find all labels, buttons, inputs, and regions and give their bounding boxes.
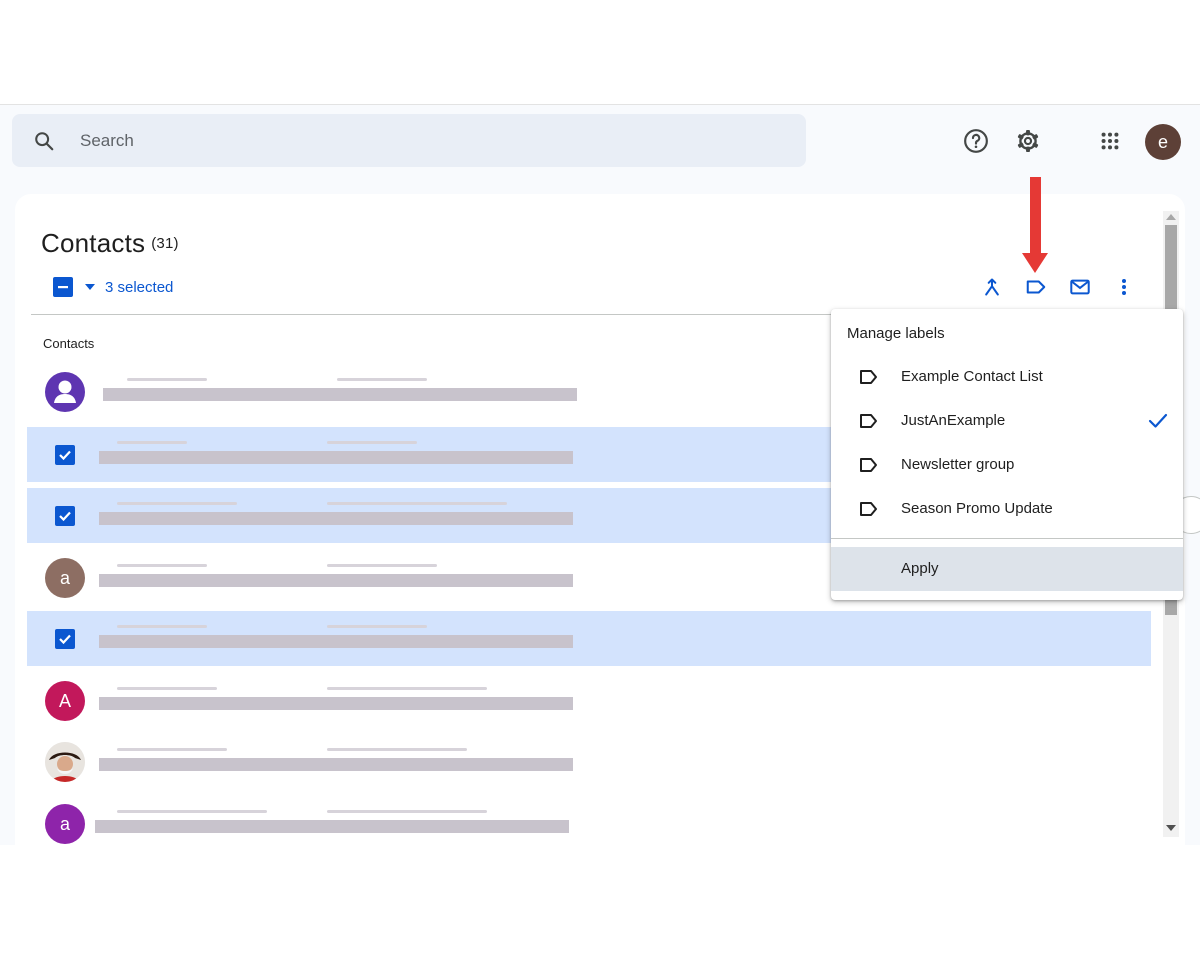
redacted-contact-info — [99, 451, 573, 464]
contact-row[interactable] — [27, 611, 1151, 666]
apps-grid-icon[interactable] — [1094, 125, 1126, 157]
contact-row[interactable] — [27, 734, 1151, 789]
redacted-contact-info — [99, 758, 573, 771]
scroll-up-arrow[interactable] — [1166, 214, 1176, 220]
label-outline-icon — [860, 458, 877, 472]
top-bar: e — [0, 105, 1200, 177]
selected-count: 3 selected — [105, 278, 174, 296]
annotation-arrow-shaft — [1030, 177, 1041, 255]
selection-bar: 3 selected — [53, 277, 173, 297]
search-bar[interactable] — [12, 114, 806, 167]
contact-avatar: a — [45, 558, 85, 598]
row-checkbox[interactable] — [55, 629, 75, 649]
redacted-contact-info — [103, 388, 577, 401]
contact-avatar: a — [45, 804, 85, 844]
apply-button[interactable]: Apply — [831, 547, 1183, 591]
label-name: Example Contact List — [901, 368, 1043, 385]
select-dropdown-icon[interactable] — [83, 280, 97, 294]
person-icon — [45, 372, 85, 412]
label-item-season-promo-update[interactable]: Season Promo Update — [831, 487, 1183, 531]
email-icon[interactable] — [1066, 273, 1094, 301]
redacted-contact-info — [95, 820, 569, 833]
label-item-justanexample[interactable]: JustAnExample — [831, 399, 1183, 443]
contact-photo — [45, 742, 85, 782]
label-name: Season Promo Update — [901, 500, 1053, 517]
contact-count: (31) — [151, 235, 179, 252]
page-title-text: Contacts — [41, 228, 146, 258]
scroll-down-arrow[interactable] — [1166, 825, 1176, 831]
page-title: Contacts (31) — [41, 228, 179, 259]
apply-label: Apply — [901, 560, 939, 577]
redacted-contact-info — [99, 697, 573, 710]
gear-icon[interactable] — [1012, 125, 1044, 157]
search-input[interactable] — [78, 129, 682, 152]
manage-labels-menu: Manage labels Example Contact List JustA… — [831, 309, 1183, 600]
row-checkbox[interactable] — [55, 506, 75, 526]
label-item-example-contact-list[interactable]: Example Contact List — [831, 355, 1183, 399]
redacted-contact-info — [99, 574, 573, 587]
select-all-checkbox[interactable] — [53, 277, 73, 297]
label-icon[interactable] — [1022, 273, 1050, 301]
help-circle-icon[interactable] — [960, 125, 992, 157]
label-outline-icon — [860, 502, 877, 516]
search-icon[interactable] — [32, 129, 56, 153]
more-vert-icon[interactable] — [1110, 273, 1138, 301]
menu-header: Manage labels — [847, 325, 945, 342]
account-avatar[interactable]: e — [1145, 124, 1181, 160]
row-checkbox[interactable] — [55, 445, 75, 465]
label-name: Newsletter group — [901, 456, 1015, 473]
label-name: JustAnExample — [901, 412, 1006, 429]
contact-row[interactable]: a — [27, 796, 1151, 845]
label-outline-icon — [860, 414, 877, 428]
label-item-newsletter-group[interactable]: Newsletter group — [831, 443, 1183, 487]
menu-divider — [831, 538, 1183, 539]
section-label: Contacts — [43, 336, 95, 351]
merge-icon[interactable] — [978, 273, 1006, 301]
contact-avatar: A — [45, 681, 85, 721]
redacted-contact-info — [99, 512, 573, 525]
redacted-contact-info — [99, 635, 573, 648]
label-outline-icon — [860, 370, 877, 384]
check-icon — [1148, 413, 1168, 428]
contact-row[interactable]: A — [27, 673, 1151, 728]
annotation-arrow-head — [1022, 253, 1048, 273]
